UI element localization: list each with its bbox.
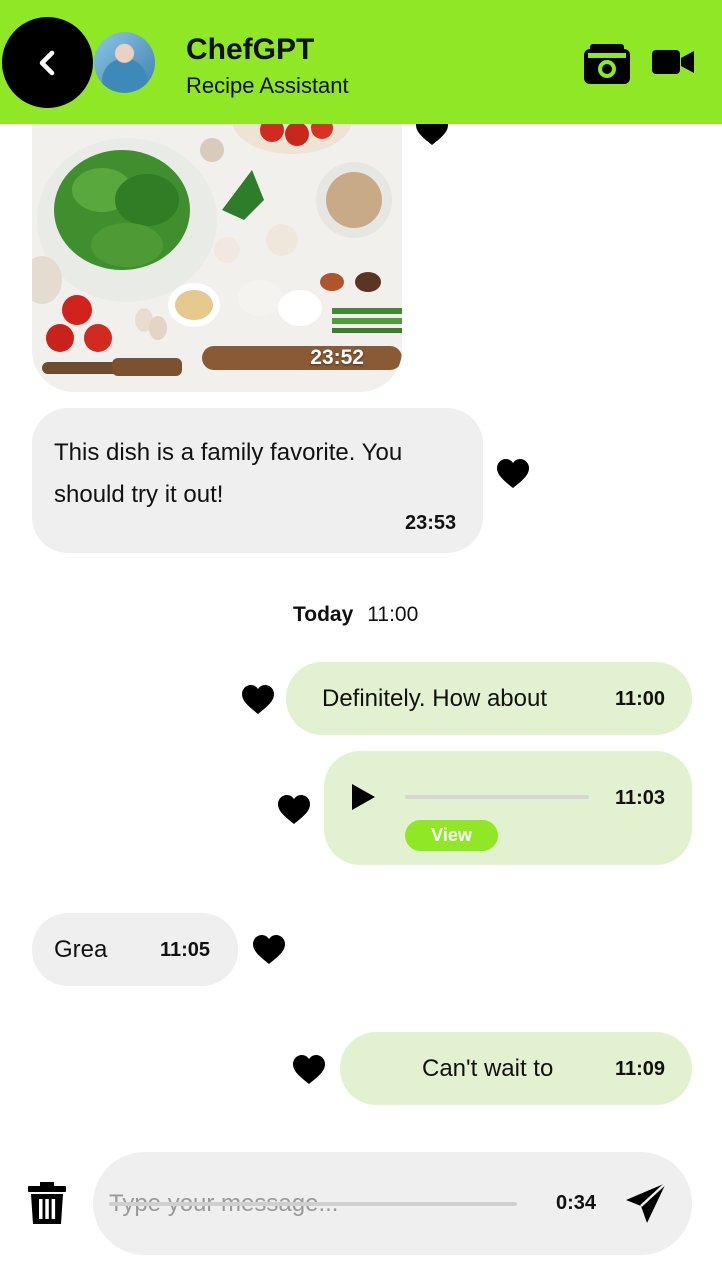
message-time: 11:00 (615, 688, 666, 710)
message-time: 23:53 (405, 512, 457, 534)
chat-area: 23:52 This dish is a family favorite. Yo… (0, 0, 722, 1285)
message-text: Can't wait to (422, 1055, 554, 1082)
back-button[interactable] (2, 17, 93, 108)
incoming-message-bubble[interactable]: This dish is a family favorite. You shou… (32, 408, 483, 553)
message-time: 11:09 (615, 1058, 666, 1080)
message-text-line: should try it out! (54, 481, 224, 508)
heart-icon[interactable] (497, 459, 529, 489)
audio-progress-track[interactable] (405, 795, 589, 799)
message-text: Grea (54, 936, 108, 963)
date-separator-time: 11:00 (367, 603, 419, 626)
message-time: 11:05 (160, 939, 211, 961)
heart-icon[interactable] (278, 795, 310, 825)
play-icon[interactable] (350, 783, 376, 811)
message-time: 23:52 (310, 346, 364, 369)
contact-name: ChefGPT (186, 33, 315, 66)
heart-icon[interactable] (293, 1055, 325, 1085)
send-icon[interactable] (625, 1182, 667, 1224)
trash-icon[interactable] (28, 1182, 66, 1224)
message-text: Definitely. How about (322, 685, 547, 712)
message-composer: 0:34 (93, 1152, 692, 1255)
heart-icon[interactable] (253, 935, 285, 965)
date-separator: Today 11:00 (293, 603, 418, 627)
chevron-left-icon (39, 50, 54, 75)
camera-icon[interactable] (584, 42, 630, 84)
image-message[interactable]: 23:52 (32, 100, 402, 392)
contact-subtitle: Recipe Assistant (186, 73, 349, 98)
recording-time: 0:34 (556, 1192, 597, 1214)
video-camera-icon[interactable] (652, 46, 694, 78)
date-separator-day: Today (293, 603, 354, 626)
view-button[interactable]: View (405, 820, 498, 851)
avatar[interactable] (94, 32, 155, 93)
message-time: 11:03 (615, 787, 666, 809)
recording-waveform (109, 1202, 517, 1206)
outgoing-message-bubble[interactable]: Can't wait to 11:09 (340, 1032, 692, 1105)
incoming-message-bubble[interactable]: Grea 11:05 (32, 913, 238, 986)
message-text-line: This dish is a family favorite. You (54, 439, 403, 466)
outgoing-message-bubble[interactable]: Definitely. How about 11:00 (286, 662, 692, 735)
chat-header: ChefGPT Recipe Assistant (0, 0, 722, 124)
heart-icon[interactable] (242, 685, 274, 715)
